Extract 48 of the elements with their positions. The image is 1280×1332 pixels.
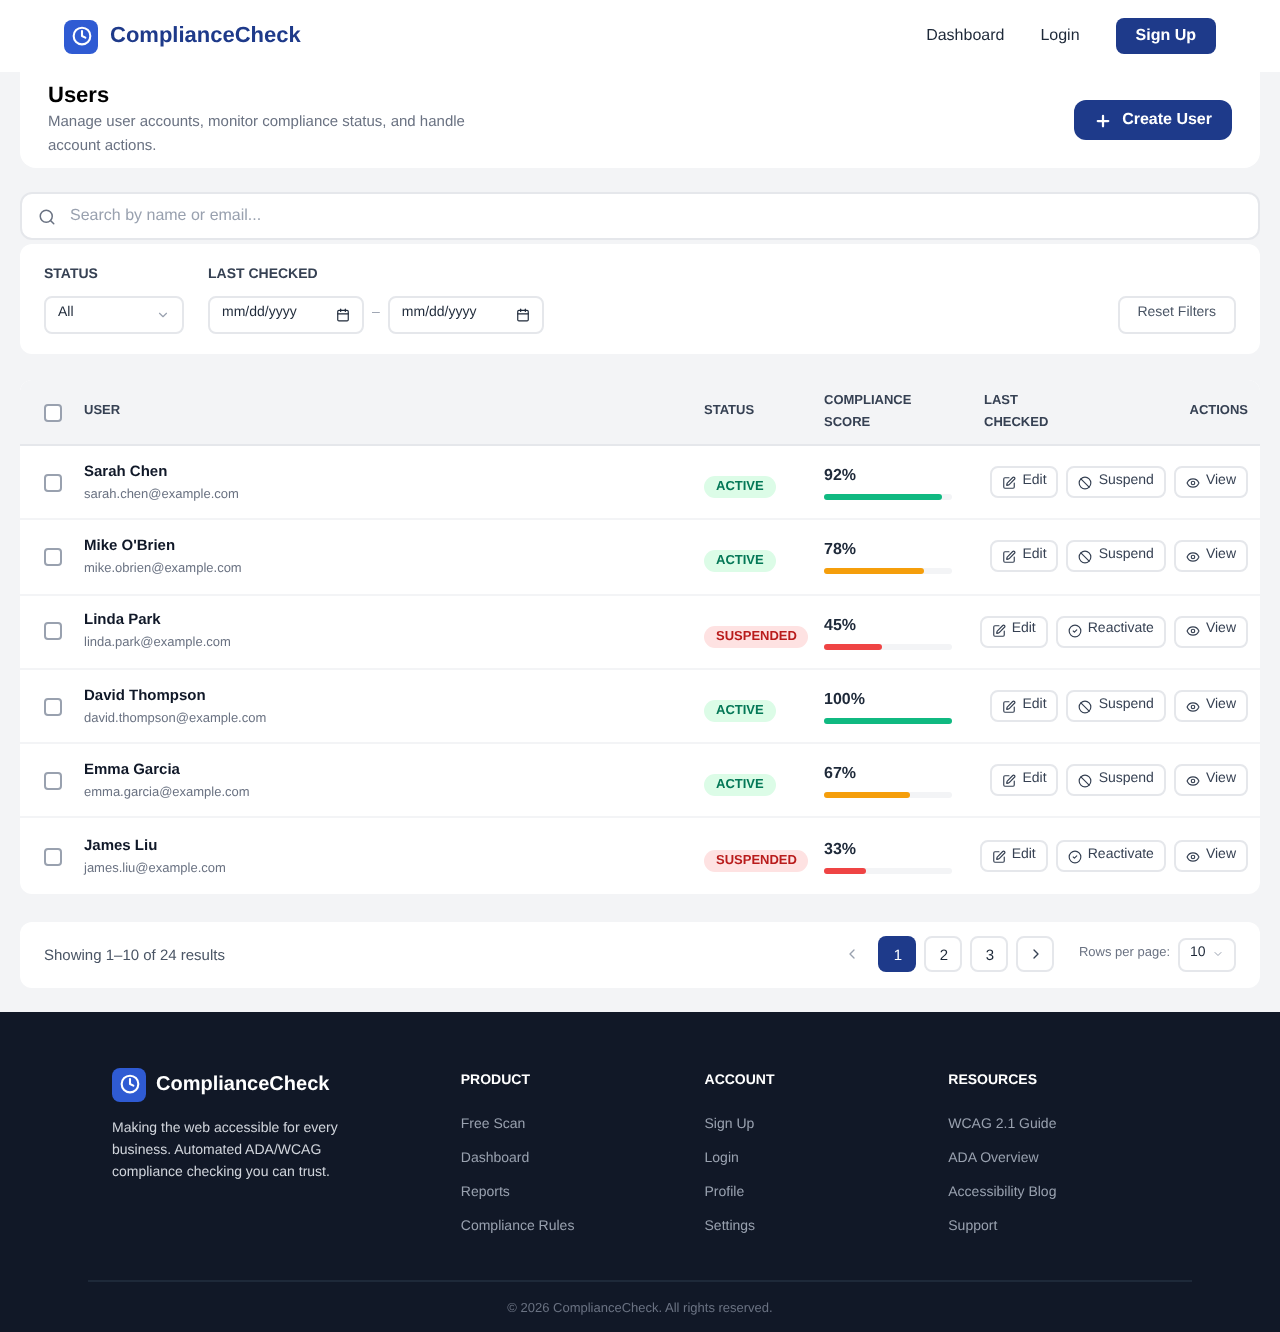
compliance-score: 78%: [824, 538, 859, 563]
compliance-score: 100%: [824, 688, 867, 713]
pencil-icon: [1002, 699, 1017, 714]
compliance-score: 33%: [824, 838, 859, 863]
ban-icon: [1078, 773, 1093, 788]
calendar-icon: [515, 308, 530, 322]
checkbox[interactable]: [43, 697, 61, 716]
logo-icon: [112, 1067, 146, 1102]
checkbox[interactable]: [43, 847, 61, 866]
nav-link[interactable]: Dashboard: [926, 24, 1005, 48]
search-input[interactable]: Search by name or email...: [70, 204, 1242, 228]
checkbox[interactable]: [43, 547, 61, 566]
pencil-icon: [1002, 549, 1017, 564]
checkbox[interactable]: [43, 473, 61, 492]
eye-icon: [1185, 773, 1200, 788]
check-circle-icon: [1067, 849, 1082, 864]
eye-icon: [1185, 475, 1200, 490]
pencil-icon: [1002, 773, 1017, 788]
logo-icon: [64, 19, 98, 53]
sign-up-button[interactable]: Sign Up: [1115, 18, 1216, 54]
ban-icon: [1078, 699, 1093, 714]
nav-link[interactable]: Login: [1040, 24, 1080, 48]
calendar-icon: [336, 308, 350, 322]
checkbox[interactable]: [43, 771, 61, 790]
ban-icon: [1078, 475, 1093, 490]
search-field[interactable]: Search by name or email...: [20, 192, 1260, 240]
eye-icon: [1185, 699, 1200, 714]
plus-icon: [1094, 111, 1113, 129]
checkbox[interactable]: [43, 622, 61, 641]
eye-icon: [1185, 549, 1200, 564]
brand-name: ComplianceCheck: [110, 21, 301, 52]
check-circle-icon: [1067, 624, 1082, 639]
checkbox[interactable]: [43, 403, 61, 421]
create-user-button[interactable]: Create User: [1074, 100, 1232, 140]
footer-brand: ComplianceCheck: [156, 1071, 330, 1100]
ban-icon: [1078, 549, 1093, 564]
chevron-down-icon: [1212, 948, 1224, 961]
eye-icon: [1185, 849, 1200, 864]
page-title: Users: [48, 83, 112, 107]
eye-icon: [1185, 624, 1200, 639]
chevron-down-icon: [156, 308, 170, 322]
compliance-score: 92%: [824, 464, 859, 489]
compliance-score: 45%: [824, 613, 859, 638]
pencil-icon: [991, 849, 1006, 864]
compliance-score: 67%: [824, 762, 859, 787]
search-icon: [38, 207, 56, 225]
pencil-icon: [1002, 475, 1017, 490]
pencil-icon: [991, 624, 1006, 639]
